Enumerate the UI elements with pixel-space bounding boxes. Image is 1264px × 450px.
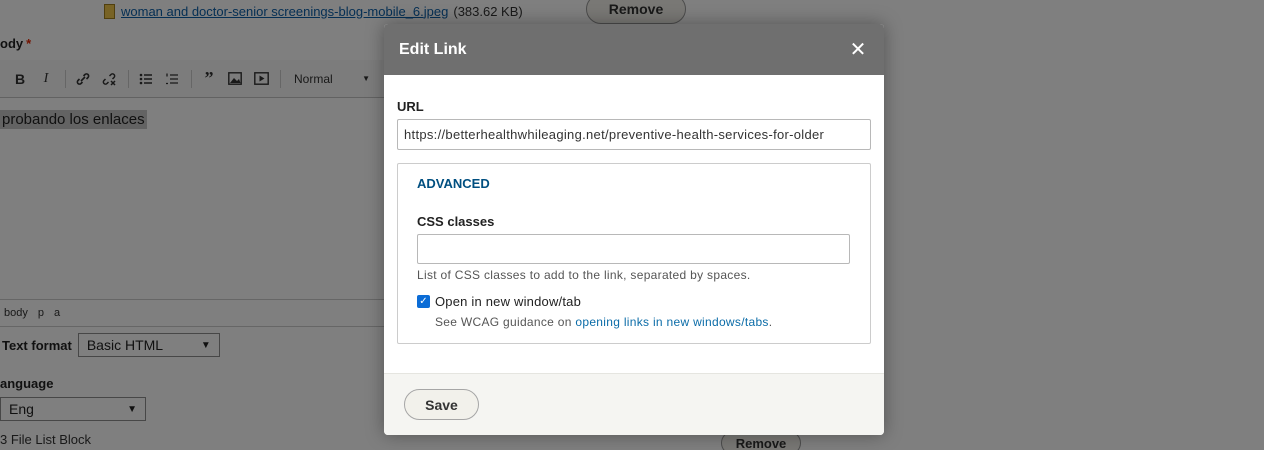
advanced-toggle[interactable]: ADVANCED: [417, 176, 851, 191]
dialog-header: Edit Link ✕: [384, 24, 884, 75]
dialog-body: URL https://betterhealthwhileaging.net/p…: [384, 75, 884, 344]
dialog-footer: Save: [384, 373, 884, 435]
advanced-fieldset: ADVANCED CSS classes List of CSS classes…: [397, 163, 871, 344]
css-classes-input[interactable]: [417, 234, 850, 264]
new-window-row: ✓ Open in new window/tab: [417, 294, 851, 309]
css-classes-label: CSS classes: [417, 214, 495, 229]
save-button[interactable]: Save: [404, 389, 479, 420]
edit-link-dialog: Edit Link ✕ URL https://betterhealthwhil…: [384, 24, 884, 435]
new-window-label[interactable]: Open in new window/tab: [435, 294, 581, 309]
css-classes-description: List of CSS classes to add to the link, …: [417, 268, 751, 282]
dialog-title: Edit Link: [399, 40, 467, 58]
wcag-guidance-text: See WCAG guidance on opening links in ne…: [435, 315, 773, 329]
url-input[interactable]: https://betterhealthwhileaging.net/preve…: [397, 119, 871, 150]
url-label: URL: [397, 99, 424, 114]
new-window-checkbox[interactable]: ✓: [417, 295, 430, 308]
close-icon[interactable]: ✕: [848, 39, 868, 61]
wcag-guidance-link[interactable]: opening links in new windows/tabs: [575, 315, 768, 329]
